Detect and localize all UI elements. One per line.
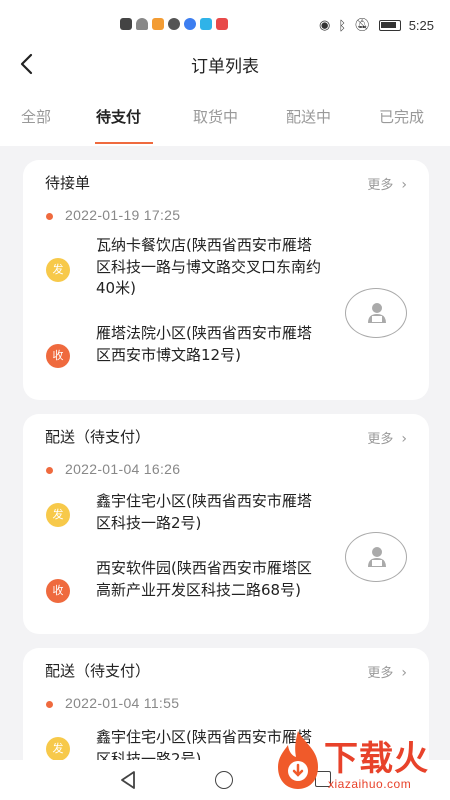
courier-icon bbox=[368, 303, 386, 323]
watermark-url: xiazaihuo.com bbox=[328, 777, 412, 791]
status-dot bbox=[46, 467, 53, 474]
courier-icon bbox=[368, 547, 386, 567]
music-app-icon bbox=[184, 18, 196, 30]
chevron-right-icon: › bbox=[401, 431, 407, 447]
chat-app-icon bbox=[200, 18, 212, 30]
page-title: 订单列表 bbox=[191, 57, 259, 77]
status-dot bbox=[46, 701, 53, 708]
courier-avatar-button[interactable] bbox=[345, 532, 407, 582]
more-label: 更多 bbox=[367, 178, 394, 193]
pickup-address: 鑫宇住宅小区(陕西省西安市雁塔区科技一路2号) bbox=[96, 492, 312, 532]
wifi-icon bbox=[136, 18, 148, 30]
flame-logo-icon bbox=[278, 731, 318, 789]
order-status-title: 配送（待支付） bbox=[45, 662, 151, 680]
pickup-address: 瓦纳卡餐饮店(陕西省西安市雁塔区科技一路与博文路交叉口东南约40米) bbox=[96, 236, 322, 297]
tab-all[interactable]: 全部 bbox=[21, 106, 51, 127]
active-tab-indicator bbox=[95, 142, 153, 144]
eye-icon: ◉ bbox=[319, 17, 331, 32]
order-time: 2022-01-19 17:25 bbox=[65, 207, 181, 223]
order-status-title: 待接单 bbox=[45, 174, 91, 192]
watermark: 下载火 xiazaihuo.com bbox=[266, 725, 450, 800]
chevron-right-icon: › bbox=[401, 177, 407, 193]
watermark-title: 下载火 bbox=[324, 739, 429, 779]
more-label: 更多 bbox=[367, 666, 394, 681]
bluetooth-icon: ᛒ bbox=[338, 17, 347, 33]
notification-icon bbox=[120, 18, 132, 30]
mail-app-icon bbox=[216, 18, 228, 30]
system-status: ◉ ᛒ 🔕︎ 5:25 bbox=[319, 17, 434, 33]
sender-badge: 发 bbox=[46, 737, 70, 760]
sender-badge: 发 bbox=[46, 503, 70, 527]
back-triangle-icon[interactable] bbox=[118, 769, 138, 791]
browser-icon bbox=[168, 18, 180, 30]
navigation-bar: 订单列表 bbox=[0, 40, 450, 88]
status-bar: ◉ ᛒ 🔕︎ 5:25 bbox=[0, 0, 450, 40]
receiver-badge: 收 bbox=[46, 579, 70, 603]
more-link[interactable]: 更多 › bbox=[367, 662, 407, 681]
tab-completed[interactable]: 已完成 bbox=[379, 106, 424, 127]
notification-icons bbox=[120, 18, 228, 30]
tab-picking-up[interactable]: 取货中 bbox=[193, 106, 238, 127]
sender-badge: 发 bbox=[46, 258, 70, 282]
order-status-tabs: 全部 待支付 取货中 配送中 已完成 bbox=[0, 88, 450, 146]
dropoff-address: 雁塔法院小区(陕西省西安市雁塔区西安市博文路12号) bbox=[96, 324, 312, 364]
mute-icon: 🔕︎ bbox=[354, 17, 371, 32]
tab-pending-payment[interactable]: 待支付 bbox=[96, 106, 141, 127]
order-status-title: 配送（待支付） bbox=[45, 428, 151, 446]
more-link[interactable]: 更多 › bbox=[367, 428, 407, 447]
home-circle-icon[interactable] bbox=[215, 771, 233, 789]
status-time: 5:25 bbox=[408, 17, 434, 33]
receiver-badge: 收 bbox=[46, 344, 70, 368]
order-time: 2022-01-04 16:26 bbox=[65, 461, 181, 477]
tab-delivering[interactable]: 配送中 bbox=[286, 106, 331, 127]
dropoff-address: 西安软件园(陕西省西安市雁塔区高新产业开发区科技二路68号) bbox=[96, 559, 312, 599]
order-card[interactable]: 配送（待支付） 更多 › 2022-01-04 16:26 发 鑫宇住宅小区(陕西… bbox=[23, 414, 429, 634]
status-dot bbox=[46, 213, 53, 220]
more-link[interactable]: 更多 › bbox=[367, 174, 407, 193]
order-time: 2022-01-04 11:55 bbox=[65, 695, 180, 711]
battery-icon bbox=[378, 19, 401, 31]
video-app-icon bbox=[152, 18, 164, 30]
courier-avatar-button[interactable] bbox=[345, 288, 407, 338]
more-label: 更多 bbox=[367, 432, 394, 447]
order-card[interactable]: 待接单 更多 › 2022-01-19 17:25 发 瓦纳卡餐饮店(陕西省西安市… bbox=[23, 160, 429, 400]
chevron-right-icon: › bbox=[401, 665, 407, 681]
